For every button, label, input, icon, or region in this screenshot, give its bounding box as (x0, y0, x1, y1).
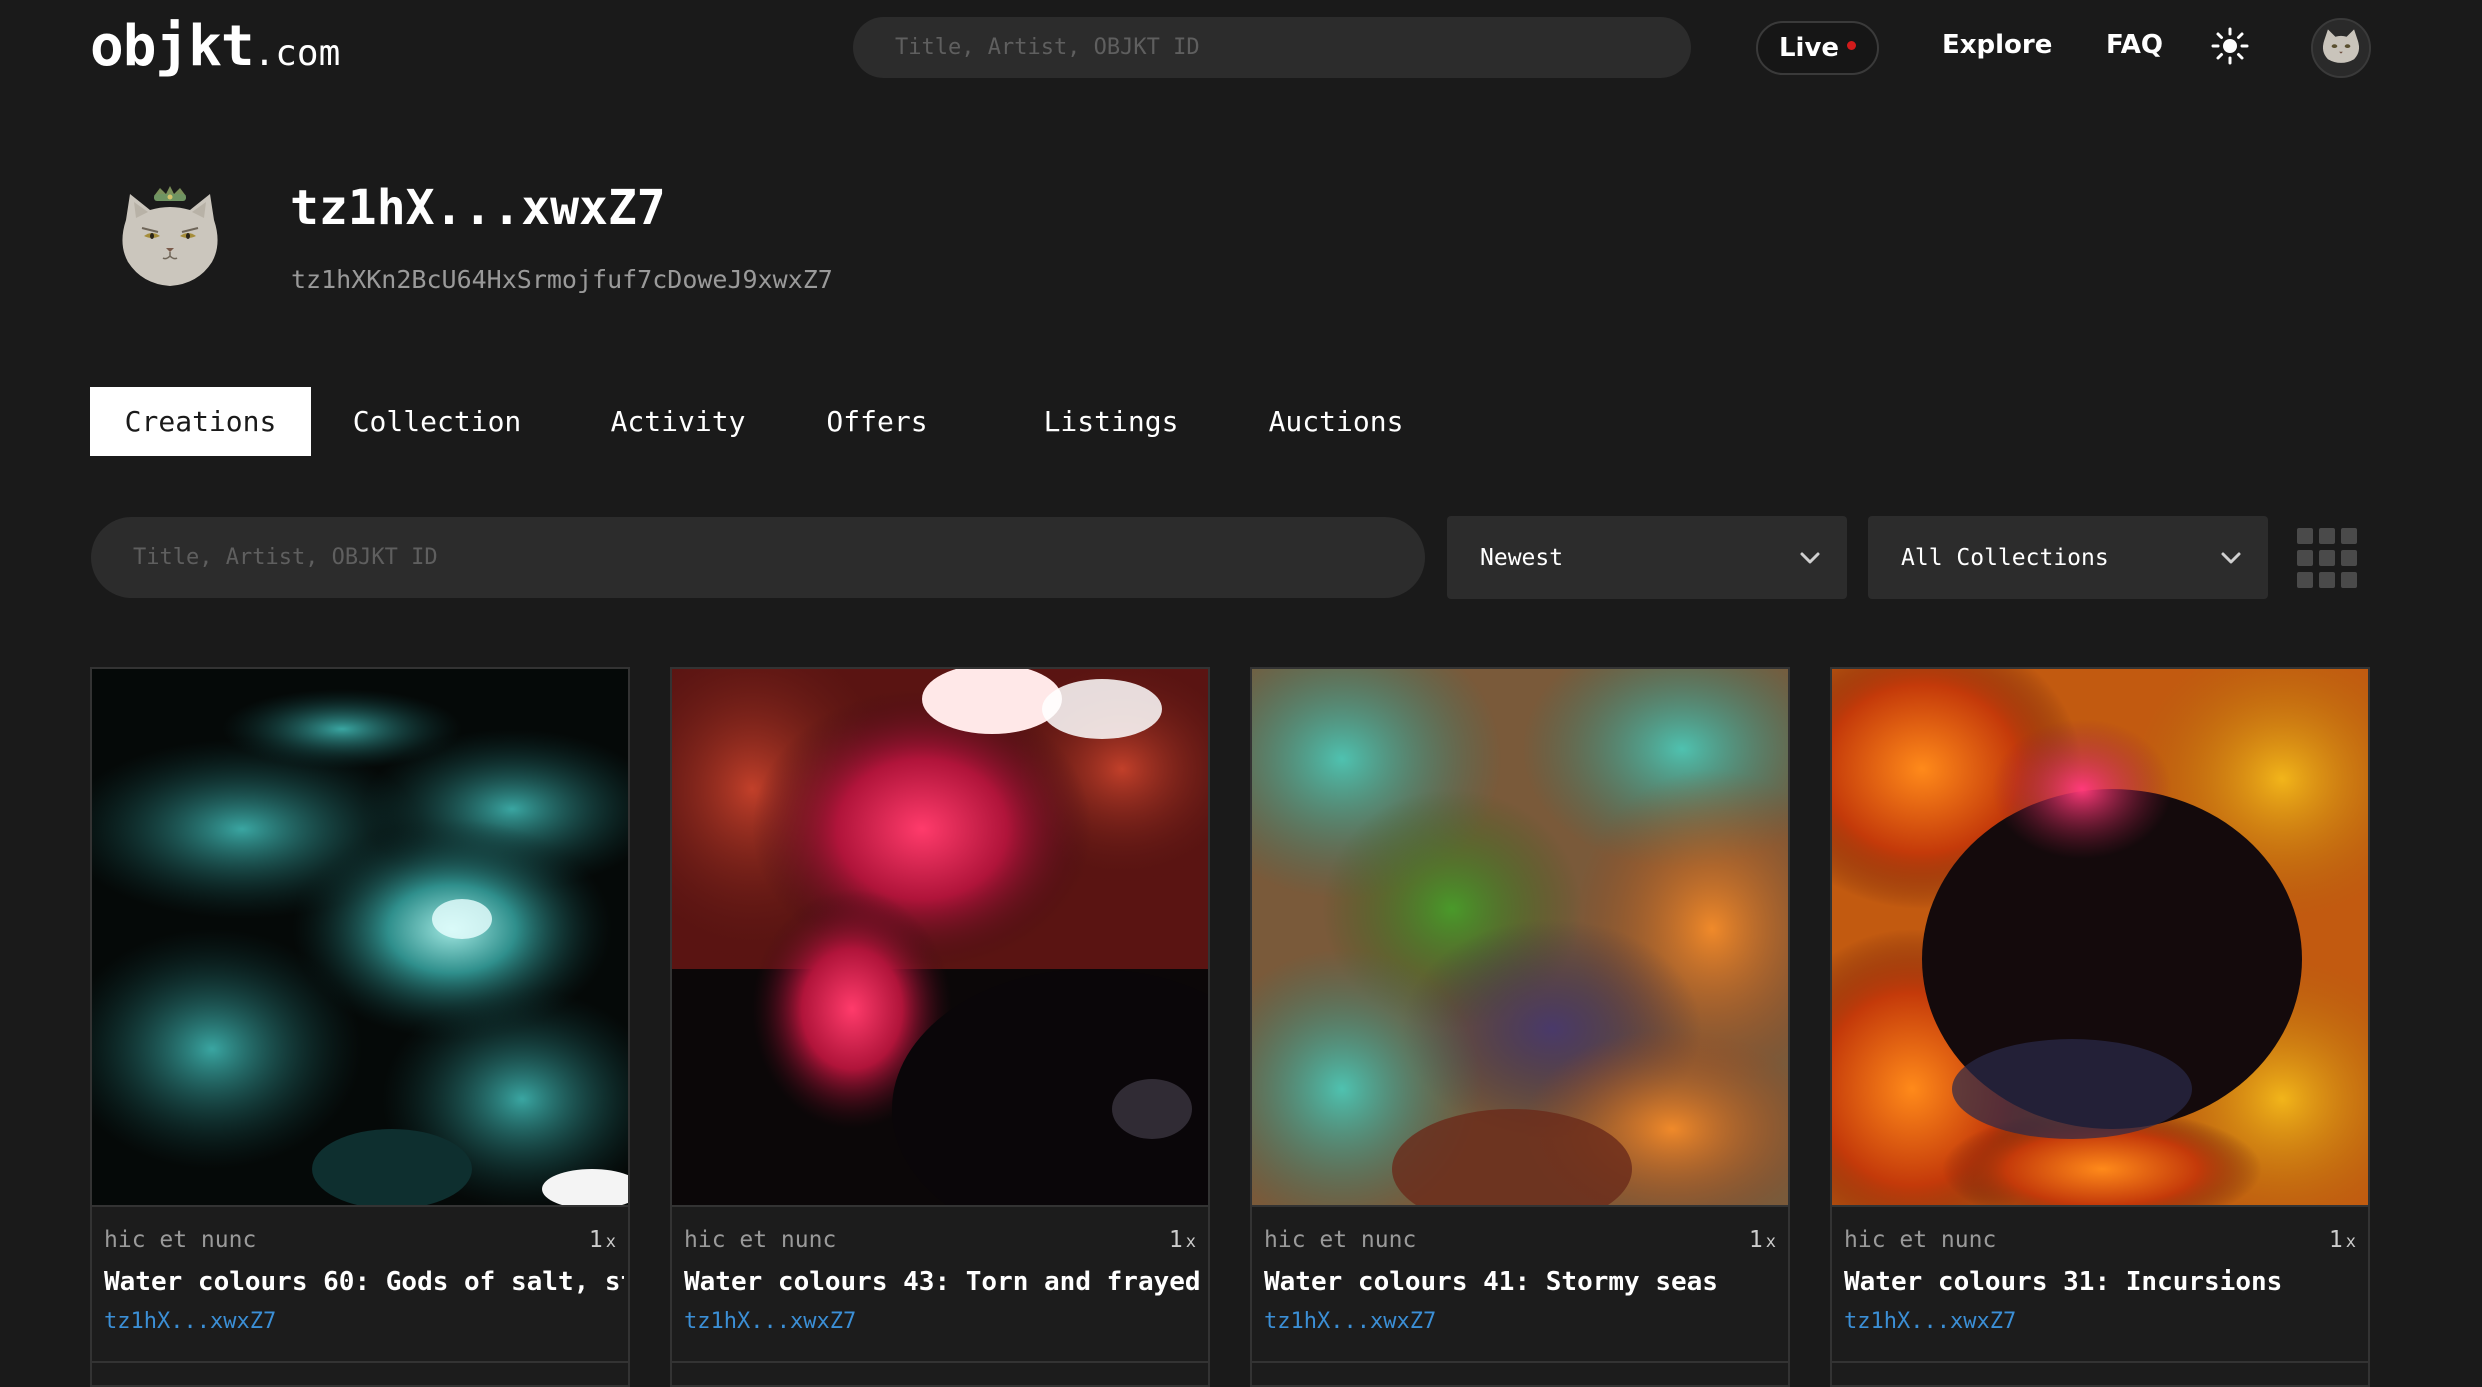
nav-faq[interactable]: FAQ (2106, 30, 2163, 60)
collection-select[interactable]: All Collections (1868, 516, 2268, 599)
tab-creations[interactable]: Creations (90, 387, 311, 456)
account-avatar-button[interactable] (2311, 18, 2371, 78)
logo-main-text: objkt (90, 14, 255, 79)
edition-suffix: x (1765, 1232, 1776, 1252)
token-card-meta: hic et nunc 1x Water colours 60: Gods of… (92, 1205, 628, 1385)
token-edition-count: 1x (2329, 1227, 2356, 1253)
token-title[interactable]: Water colours 60: Gods of salt, storm (104, 1267, 624, 1297)
nav-explore[interactable]: Explore (1942, 30, 2052, 60)
logo[interactable]: objkt.com (90, 14, 340, 79)
profile-wallet-address[interactable]: tz1hXKn2BcU64HxSrmojfuf7cDoweJ9xwxZ7 (291, 265, 833, 294)
token-artist-link[interactable]: tz1hX...xwxZ7 (684, 1309, 856, 1334)
token-platform: hic et nunc (1264, 1227, 1417, 1253)
chevron-down-icon (1800, 552, 1820, 564)
token-artist-link[interactable]: tz1hX...xwxZ7 (104, 1309, 276, 1334)
token-artwork-image[interactable] (672, 669, 1208, 1205)
live-label: Live (1778, 33, 1840, 63)
edition-suffix: x (2345, 1232, 2356, 1252)
card-divider (92, 1361, 628, 1363)
token-artwork-image[interactable] (1832, 669, 2368, 1205)
token-card-meta: hic et nunc 1x Water colours 31: Incursi… (1832, 1205, 2368, 1385)
tab-listings[interactable]: Listings (1036, 387, 1186, 456)
token-platform: hic et nunc (104, 1227, 257, 1253)
tab-collection[interactable]: Collection (342, 387, 532, 456)
header-search-input[interactable] (893, 34, 1691, 61)
token-card-meta: hic et nunc 1x Water colours 41: Stormy … (1252, 1205, 1788, 1385)
top-header: objkt.com Live Explore FAQ (0, 0, 2482, 100)
live-button[interactable]: Live (1756, 21, 1879, 75)
live-indicator-dot (1847, 40, 1857, 50)
card-divider (1832, 1361, 2368, 1363)
card-divider (672, 1361, 1208, 1363)
grid-view-icon[interactable] (2297, 528, 2357, 588)
creations-search-bar[interactable] (91, 517, 1425, 598)
token-artwork-image[interactable] (1252, 669, 1788, 1205)
token-edition-count: 1x (1169, 1227, 1196, 1253)
sort-select[interactable]: Newest (1447, 516, 1847, 599)
token-card[interactable]: hic et nunc 1x Water colours 41: Stormy … (1250, 667, 1790, 1387)
tab-auctions[interactable]: Auctions (1256, 387, 1416, 456)
profile-name: tz1hX...xwxZ7 (290, 180, 666, 236)
token-artwork-image[interactable] (92, 669, 628, 1205)
token-artist-link[interactable]: tz1hX...xwxZ7 (1844, 1309, 2016, 1334)
collection-select-value: All Collections (1901, 544, 2109, 571)
card-divider (1252, 1361, 1788, 1363)
profile-avatar (122, 186, 218, 286)
token-edition-count: 1x (589, 1227, 616, 1253)
tab-offers[interactable]: Offers (812, 387, 942, 456)
creations-search-input[interactable] (131, 544, 1425, 571)
token-title[interactable]: Water colours 43: Torn and frayed (684, 1267, 1204, 1297)
cat-avatar-icon (2313, 20, 2369, 76)
token-card[interactable]: hic et nunc 1x Water colours 60: Gods of… (90, 667, 630, 1387)
edition-suffix: x (1185, 1232, 1196, 1252)
sun-icon[interactable] (2211, 27, 2249, 65)
chevron-down-icon (2221, 552, 2241, 564)
token-card[interactable]: hic et nunc 1x Water colours 31: Incursi… (1830, 667, 2370, 1387)
header-search-bar[interactable] (853, 17, 1691, 78)
token-title[interactable]: Water colours 31: Incursions (1844, 1267, 2364, 1297)
token-card[interactable]: hic et nunc 1x Water colours 43: Torn an… (670, 667, 1210, 1387)
edition-suffix: x (605, 1232, 616, 1252)
token-edition-count: 1x (1749, 1227, 1776, 1253)
logo-suffix-text: .com (253, 33, 341, 74)
token-platform: hic et nunc (684, 1227, 837, 1253)
token-artist-link[interactable]: tz1hX...xwxZ7 (1264, 1309, 1436, 1334)
tab-activity[interactable]: Activity (598, 387, 758, 456)
edition-number: 1 (588, 1227, 603, 1253)
token-title[interactable]: Water colours 41: Stormy seas (1264, 1267, 1784, 1297)
token-platform: hic et nunc (1844, 1227, 1997, 1253)
edition-number: 1 (1168, 1227, 1183, 1253)
edition-number: 1 (2328, 1227, 2343, 1253)
sort-select-value: Newest (1480, 544, 1564, 571)
token-card-meta: hic et nunc 1x Water colours 43: Torn an… (672, 1205, 1208, 1385)
edition-number: 1 (1748, 1227, 1763, 1253)
